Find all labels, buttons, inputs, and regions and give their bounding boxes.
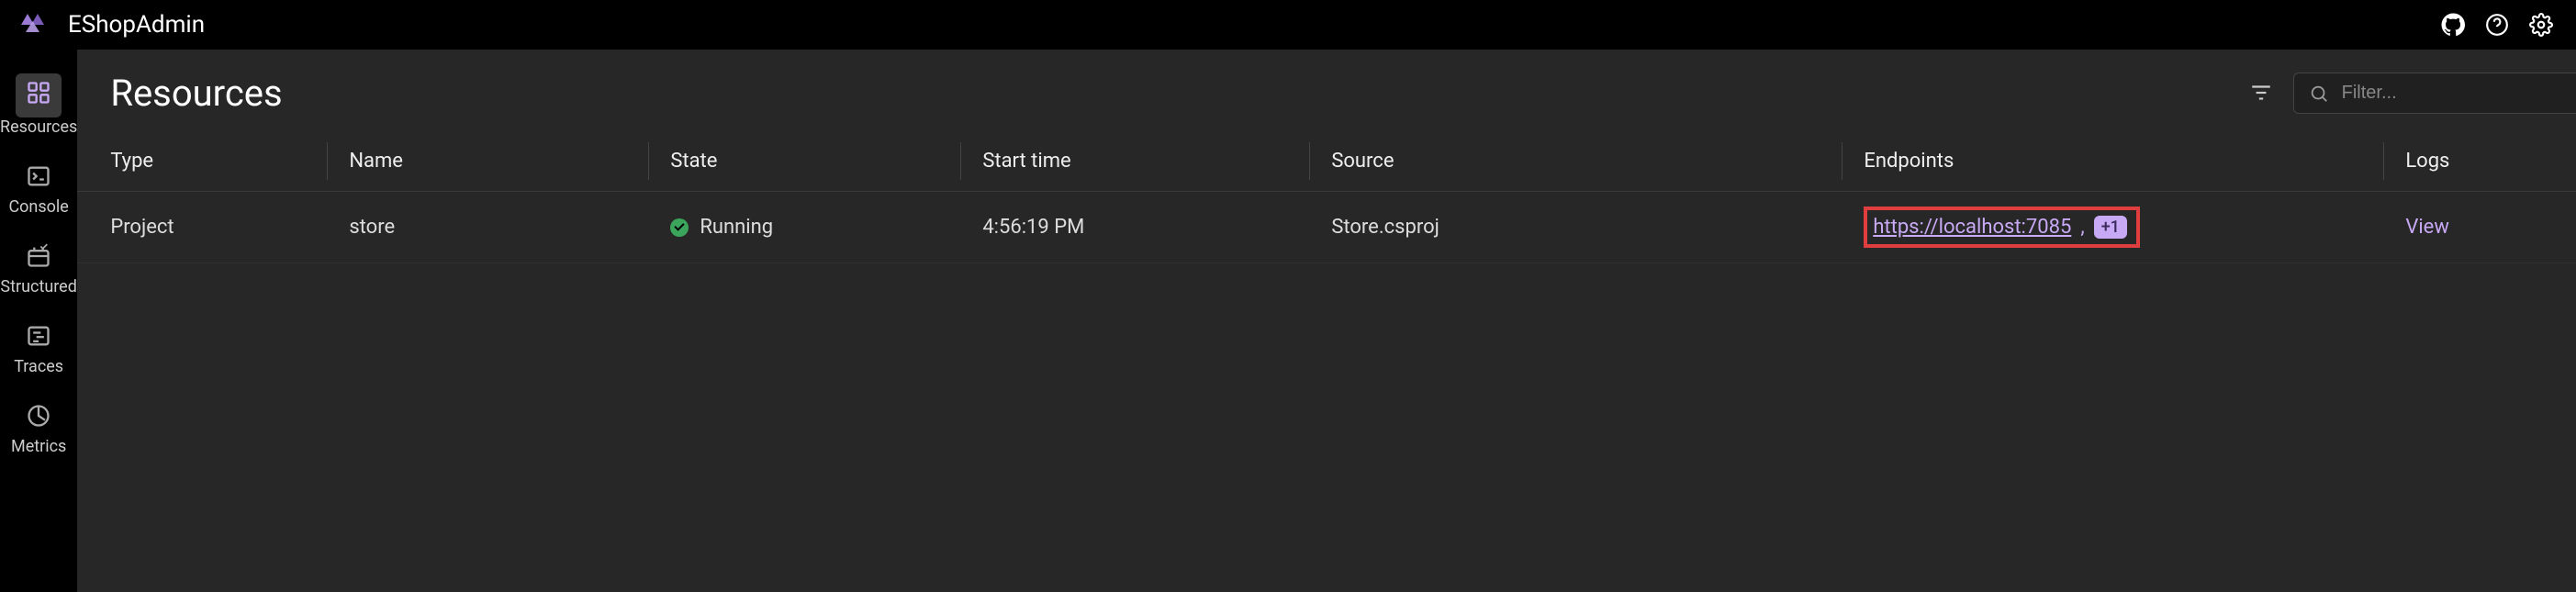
github-icon[interactable] [2440, 12, 2466, 38]
sidebar-item-label: Structured [0, 277, 76, 296]
app-logo-icon [18, 9, 50, 40]
th-type[interactable]: Type [110, 150, 349, 173]
page-header-actions [2249, 73, 2576, 114]
help-icon[interactable] [2484, 12, 2510, 38]
resources-table: Type Name State Start time Source Endpoi… [77, 131, 2576, 263]
sidebar-item-metrics[interactable]: Metrics [0, 389, 77, 469]
search-input[interactable] [2342, 83, 2576, 104]
sidebar-item-resources[interactable]: Resources [0, 62, 77, 150]
endpoint-comma: , [2080, 216, 2084, 239]
cell-type: Project [110, 216, 349, 239]
th-state[interactable]: State [670, 150, 982, 173]
table-header: Type Name State Start time Source Endpoi… [77, 131, 2576, 192]
sidebar-item-label: Console [8, 197, 68, 217]
structured-icon [23, 240, 54, 272]
topbar-left: EShopAdmin [18, 9, 205, 40]
resources-icon [23, 77, 54, 108]
cell-name: store [349, 216, 670, 239]
sidebar-item-label: Metrics [11, 437, 66, 456]
sidebar-item-traces[interactable]: Traces [0, 309, 77, 389]
cell-source: Store.csproj [1331, 216, 1864, 239]
endpoint-highlight: https://localhost:7085, +1 [1864, 207, 2140, 248]
th-source[interactable]: Source [1331, 150, 1864, 173]
sidebar-item-label: Traces [14, 357, 63, 376]
search-icon [2309, 84, 2329, 104]
traces-icon [23, 320, 54, 352]
th-start-time[interactable]: Start time [982, 150, 1331, 173]
logs-view-link[interactable]: View [2405, 216, 2449, 239]
status-running-icon [670, 218, 689, 237]
endpoint-link[interactable]: https://localhost:7085 [1873, 216, 2071, 239]
cell-start-time: 4:56:19 PM [982, 216, 1331, 239]
page-title: Resources [110, 72, 282, 115]
cell-endpoints: https://localhost:7085, +1 [1864, 207, 2405, 248]
sidebar-item-label: Resources [0, 117, 77, 137]
endpoint-extra-badge[interactable]: +1 [2094, 216, 2127, 239]
state-text: Running [700, 216, 773, 239]
cell-logs: View [2405, 216, 2576, 239]
settings-icon[interactable] [2528, 12, 2554, 38]
main-content: Resources Type Name State Start time [77, 50, 2576, 592]
topbar-right [2440, 12, 2554, 38]
topbar: EShopAdmin [0, 0, 2576, 50]
th-logs[interactable]: Logs [2405, 150, 2576, 173]
sidebar-item-structured[interactable]: Structured [0, 229, 77, 309]
search-box[interactable] [2293, 73, 2576, 114]
sidebar-item-console[interactable]: Console [0, 150, 77, 229]
filter-icon[interactable] [2249, 81, 2275, 106]
table-row[interactable]: Project store Running 4:56:19 PM Store.c… [77, 192, 2576, 263]
page-header: Resources [77, 50, 2576, 131]
sidebar: Resources Console Structured Traces Metr… [0, 50, 77, 592]
metrics-icon [23, 400, 54, 431]
th-endpoints[interactable]: Endpoints [1864, 150, 2405, 173]
app-title: EShopAdmin [68, 11, 205, 39]
console-icon [23, 161, 54, 192]
th-name[interactable]: Name [349, 150, 670, 173]
cell-state: Running [670, 216, 982, 239]
